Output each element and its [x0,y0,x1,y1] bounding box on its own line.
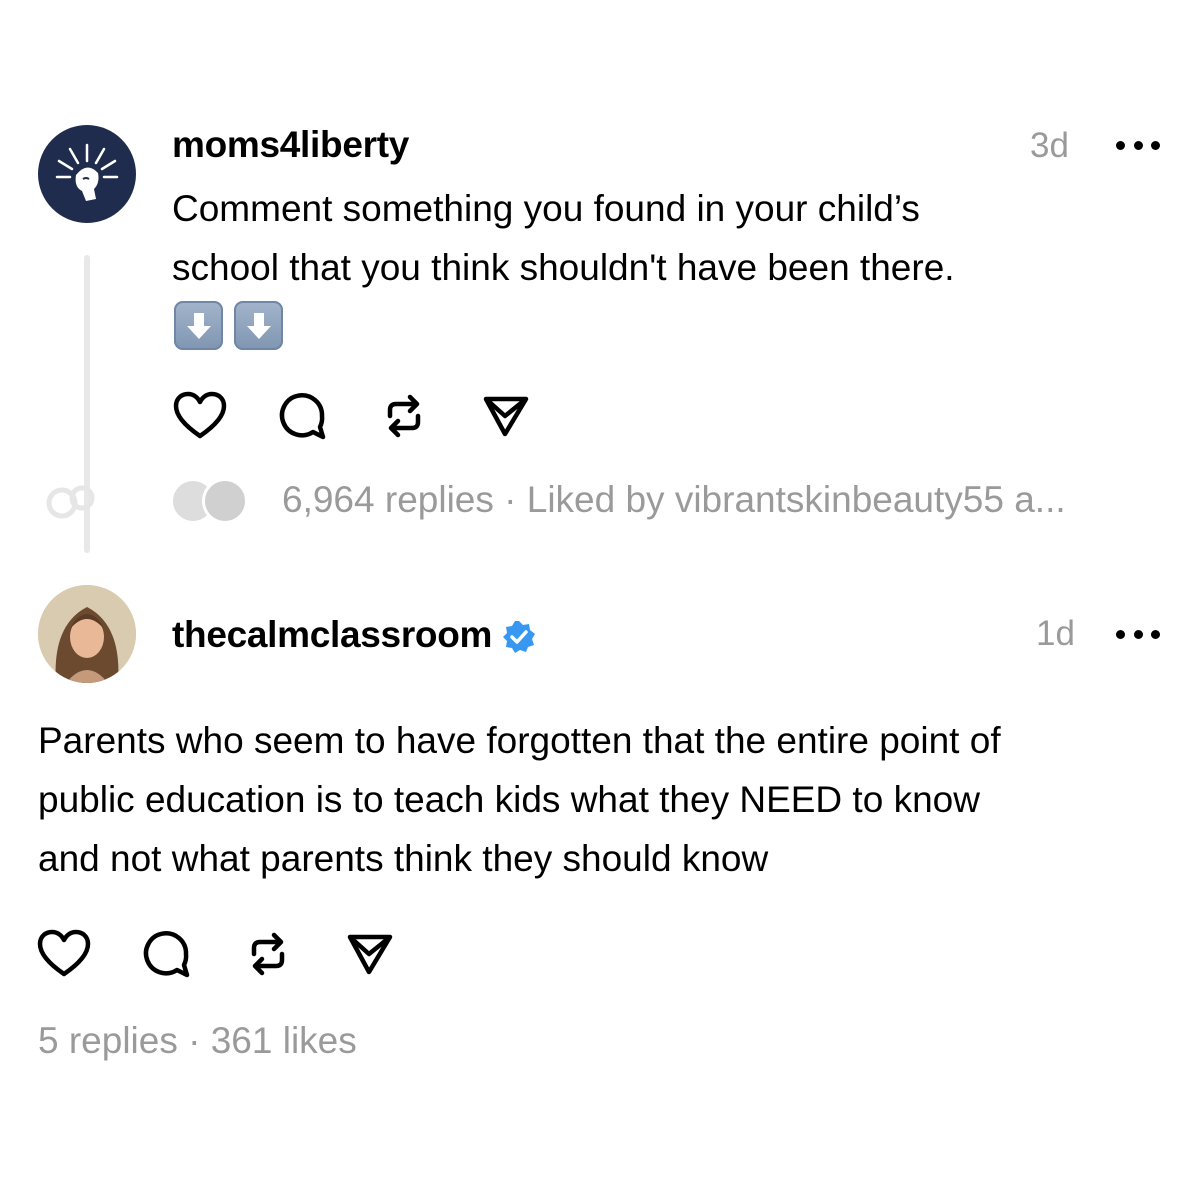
username[interactable]: moms4liberty [172,124,409,166]
repost-icon[interactable] [376,388,432,444]
username[interactable]: thecalmclassroom [172,614,492,655]
down-arrow-emoji-icon [234,301,283,350]
post-text-line-2: public education is to teach kids what t… [38,779,980,820]
action-bar [36,926,398,982]
action-bar [172,388,534,444]
repost-icon[interactable] [240,926,296,982]
heart-icon[interactable] [172,388,228,444]
thread-avatars-icon [46,485,95,519]
avatar [202,478,248,524]
username-row: thecalmclassroom [172,614,536,656]
comment-icon[interactable] [274,388,330,444]
timestamp: 3d [1030,126,1069,165]
heart-icon[interactable] [36,926,92,982]
emoji-row [174,301,283,350]
share-icon[interactable] [342,926,398,982]
post-meta[interactable]: 6,964 replies · Liked by vibrantskinbeau… [282,479,1066,521]
comment-icon[interactable] [138,926,194,982]
more-icon[interactable] [1116,138,1160,152]
verified-icon [503,621,536,654]
post-text-line-2: school that you think shouldn't have bee… [172,247,955,288]
post-text-line-3: and not what parents think they should k… [38,838,769,879]
post-meta[interactable]: 5 replies · 361 likes [38,1020,357,1062]
avatar[interactable] [38,125,136,223]
avatar[interactable] [38,585,136,683]
post-text-line-1: Comment something you found in your chil… [172,188,920,229]
share-icon[interactable] [478,388,534,444]
liked-by-avatars [170,478,254,524]
statue-of-liberty-logo-icon [55,143,119,201]
timestamp: 1d [1036,614,1075,653]
post-text-line-1: Parents who seem to have forgotten that … [38,720,1001,761]
more-icon[interactable] [1116,627,1160,641]
down-arrow-emoji-icon [174,301,223,350]
